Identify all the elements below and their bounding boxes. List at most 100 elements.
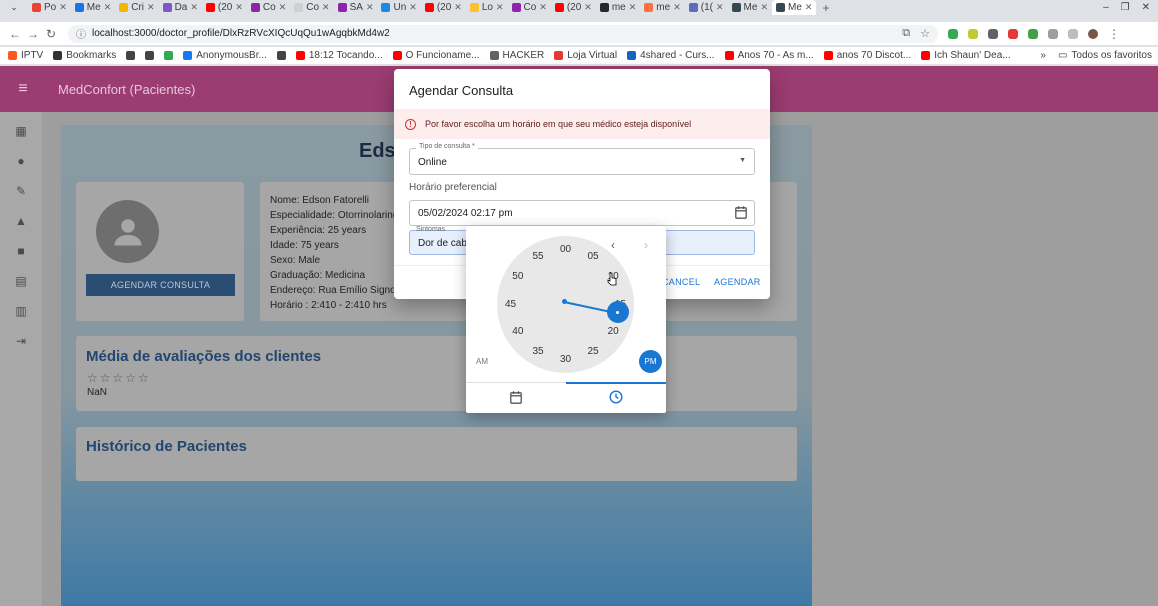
- browser-tab[interactable]: Co ✕: [508, 0, 551, 15]
- close-window-icon[interactable]: ✕: [1142, 2, 1150, 13]
- browser-tab[interactable]: Me ✕: [771, 0, 817, 15]
- bookmark-item[interactable]: 4shared - Curs...: [627, 50, 715, 61]
- close-tab-icon[interactable]: ✕: [59, 2, 67, 13]
- browser-tab[interactable]: (20 ✕: [202, 0, 247, 15]
- close-tab-icon[interactable]: ✕: [805, 2, 813, 13]
- close-tab-icon[interactable]: ✕: [235, 2, 243, 13]
- open-in-app-icon[interactable]: ⧉: [902, 27, 910, 40]
- close-tab-icon[interactable]: ✕: [629, 2, 637, 13]
- browser-tab[interactable]: (1(✕: [685, 0, 728, 15]
- calendar-tab-icon[interactable]: [510, 391, 522, 404]
- browser-tab[interactable]: Lo ✕: [466, 0, 508, 15]
- close-tab-icon[interactable]: ✕: [673, 2, 681, 13]
- close-tab-icon[interactable]: ✕: [716, 2, 724, 13]
- panel-icon[interactable]: [1068, 28, 1078, 39]
- close-tab-icon[interactable]: ✕: [409, 2, 417, 13]
- browser-tab[interactable]: Co ✕: [290, 0, 333, 15]
- dashboard-icon[interactable]: ▦: [0, 116, 42, 146]
- clock-minute-20[interactable]: 20: [603, 325, 623, 339]
- bookmark-item[interactable]: [145, 50, 155, 61]
- restore-icon[interactable]: ❐: [1121, 2, 1130, 13]
- browser-tab[interactable]: Co ✕: [247, 0, 290, 15]
- bookmark-item[interactable]: Ich Shaun' Dea...: [921, 50, 1011, 61]
- pm-button[interactable]: PM: [639, 350, 662, 373]
- browser-tab[interactable]: SA ✕: [334, 0, 378, 15]
- bookmark-item[interactable]: [276, 50, 286, 61]
- horario-value[interactable]: 05/02/2024 02:17 pm: [418, 208, 513, 219]
- browser-tab[interactable]: Da ✕: [159, 0, 202, 15]
- extension-icon[interactable]: [988, 28, 998, 39]
- back-icon[interactable]: ←: [6, 27, 24, 41]
- bookmark-item[interactable]: Bookmarks: [53, 50, 116, 61]
- bookmark-item[interactable]: [164, 50, 174, 61]
- bookmark-item[interactable]: Anos 70 - As m...: [724, 50, 814, 61]
- close-tab-icon[interactable]: ✕: [454, 2, 462, 13]
- calendar-icon[interactable]: [735, 206, 747, 219]
- new-tab-button[interactable]: +: [816, 1, 835, 15]
- browser-tab[interactable]: Cri ✕: [115, 0, 158, 15]
- person-icon[interactable]: ●: [0, 146, 42, 176]
- puzzle-icon[interactable]: [1048, 28, 1058, 39]
- agendar-button[interactable]: AGENDAR: [714, 277, 761, 287]
- forward-icon[interactable]: →: [24, 27, 42, 41]
- cancel-button[interactable]: CANCEL: [662, 277, 700, 287]
- clock-tab-icon[interactable]: [609, 390, 623, 404]
- video-icon[interactable]: ■: [0, 236, 42, 266]
- browser-tab[interactable]: Un ✕: [377, 0, 420, 15]
- close-tab-icon[interactable]: ✕: [279, 2, 287, 13]
- close-tab-icon[interactable]: ✕: [366, 2, 374, 13]
- bookmark-item[interactable]: AnonymousBr...: [183, 50, 267, 61]
- clock-minute-55[interactable]: 55: [528, 250, 548, 264]
- browser-tab[interactable]: me ✕: [640, 0, 684, 15]
- close-tab-icon[interactable]: ✕: [760, 2, 768, 13]
- bookmark-item[interactable]: O Funcioname...: [392, 50, 480, 61]
- bookmark-item[interactable]: HACKER: [489, 50, 544, 61]
- site-info-icon[interactable]: ⓘ: [76, 26, 86, 41]
- hamburger-menu-icon[interactable]: ≡: [0, 80, 46, 98]
- clock-minute-00[interactable]: 00: [556, 243, 576, 257]
- clock-minute-35[interactable]: 35: [528, 345, 548, 359]
- notifications-icon[interactable]: ▲: [0, 206, 42, 236]
- url-bar[interactable]: ⓘ localhost:3000/doctor_profile/DlxRzRVc…: [68, 24, 938, 43]
- browser-tab[interactable]: (20 ✕: [421, 0, 466, 15]
- bookmark-item[interactable]: Loja Virtual: [554, 50, 617, 61]
- close-tab-icon[interactable]: ✕: [190, 2, 198, 13]
- clock-minute-50[interactable]: 50: [508, 270, 528, 284]
- tab-search-icon[interactable]: ⌄: [0, 2, 28, 13]
- close-tab-icon[interactable]: ✕: [539, 2, 547, 13]
- edit-icon[interactable]: ✎: [0, 176, 42, 206]
- bookmark-item[interactable]: 18:12 Tocando...: [295, 50, 383, 61]
- browser-tab[interactable]: (20 ✕: [551, 0, 596, 15]
- profile-avatar[interactable]: [1088, 28, 1098, 39]
- bookmark-item[interactable]: anos 70 Discot...: [823, 50, 911, 61]
- tipo-consulta-select[interactable]: Tipo de consulta * Online ▼: [409, 143, 755, 175]
- reload-icon[interactable]: ↻: [42, 27, 60, 41]
- url-text[interactable]: localhost:3000/doctor_profile/DlxRzRVcXI…: [92, 28, 390, 39]
- minimize-icon[interactable]: –: [1103, 2, 1109, 13]
- bookmark-item[interactable]: IPTV: [8, 50, 43, 61]
- clock-minute-45[interactable]: 45: [501, 298, 521, 312]
- bookmarks-more-button[interactable]: »: [1040, 50, 1046, 61]
- logout-icon[interactable]: ⇥: [0, 326, 42, 356]
- close-tab-icon[interactable]: ✕: [322, 2, 330, 13]
- download-extension-icon[interactable]: [948, 28, 958, 39]
- clipboard-icon[interactable]: ▤: [0, 266, 42, 296]
- am-button[interactable]: AM: [476, 357, 488, 366]
- close-tab-icon[interactable]: ✕: [584, 2, 592, 13]
- clock-minute-30[interactable]: 30: [556, 353, 576, 367]
- all-bookmarks-button[interactable]: ▭ Todos os favoritos: [1058, 50, 1152, 61]
- browser-tab[interactable]: me ✕: [596, 0, 640, 15]
- clock-minute-25[interactable]: 25: [583, 345, 603, 359]
- extension-icon[interactable]: [968, 28, 978, 39]
- close-tab-icon[interactable]: ✕: [147, 2, 155, 13]
- horario-input[interactable]: 05/02/2024 02:17 pm: [409, 200, 755, 226]
- agendar-consulta-button[interactable]: AGENDAR CONSULTA: [86, 274, 235, 296]
- close-tab-icon[interactable]: ✕: [496, 2, 504, 13]
- table-icon[interactable]: ▥: [0, 296, 42, 326]
- clock-minute-05[interactable]: 05: [583, 250, 603, 264]
- extension-icon[interactable]: [1028, 28, 1038, 39]
- dropdown-arrow-icon[interactable]: ▼: [739, 157, 746, 164]
- extension-icon[interactable]: [1008, 28, 1018, 39]
- close-tab-icon[interactable]: ✕: [104, 2, 112, 13]
- bookmark-item[interactable]: [126, 50, 136, 61]
